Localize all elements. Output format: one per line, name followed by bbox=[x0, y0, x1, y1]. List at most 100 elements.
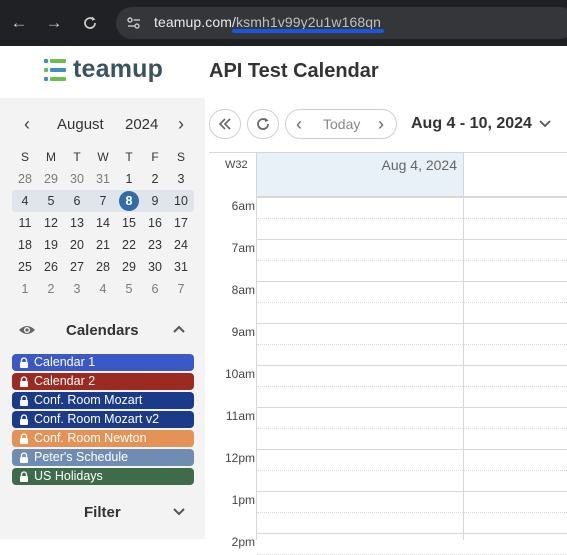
day-cell[interactable]: 27 bbox=[64, 260, 90, 274]
day-header-label: Aug 4, 2024 bbox=[381, 157, 457, 173]
calendar-item-label: Calendar 1 bbox=[34, 355, 96, 369]
mini-calendar-month[interactable]: August bbox=[57, 116, 104, 133]
calendar-item-us-holidays[interactable]: US Holidays bbox=[12, 468, 194, 485]
calendar-item-calendar-2[interactable]: Calendar 2 bbox=[12, 373, 194, 390]
day-cell[interactable]: 4 bbox=[12, 194, 38, 208]
calendars-section-header[interactable]: Calendars bbox=[0, 320, 205, 342]
day-cell[interactable]: 12 bbox=[38, 216, 64, 230]
day-cell[interactable]: 1 bbox=[116, 172, 142, 186]
brand-name[interactable]: teamup bbox=[73, 55, 163, 84]
next-period-icon[interactable]: › bbox=[378, 110, 384, 138]
day-cell[interactable]: 30 bbox=[64, 172, 90, 186]
calendar-item-peters-schedule[interactable]: Peter's Schedule bbox=[12, 449, 194, 466]
day-cell[interactable]: 11 bbox=[12, 216, 38, 230]
calendar-item-calendar-1[interactable]: Calendar 1 bbox=[12, 354, 194, 371]
day-cell[interactable]: 9 bbox=[142, 194, 168, 208]
day-cell[interactable]: 18 bbox=[12, 238, 38, 252]
today-day-cell[interactable]: 8 bbox=[116, 191, 142, 211]
weekday-label: S bbox=[20, 150, 29, 164]
jump-back-button[interactable] bbox=[209, 109, 241, 139]
day-cell[interactable]: 6 bbox=[142, 282, 168, 296]
day-cell[interactable]: 3 bbox=[168, 172, 194, 186]
day-cell[interactable]: 2 bbox=[38, 282, 64, 296]
filter-section-header[interactable]: Filter bbox=[0, 502, 205, 524]
day-cell[interactable]: 7 bbox=[90, 194, 116, 208]
hour-line bbox=[257, 197, 567, 198]
half-hour-line bbox=[257, 218, 567, 219]
day-cell[interactable]: 26 bbox=[38, 260, 64, 274]
prev-month-icon[interactable]: ‹ bbox=[17, 114, 37, 135]
calendar-item-conf-room-mozart[interactable]: Conf. Room Mozart bbox=[12, 392, 194, 409]
selected-week-row: 4 5 6 7 8 9 10 bbox=[12, 190, 194, 212]
calendar-list: Calendar 1 Calendar 2 Conf. Room Mozart … bbox=[12, 354, 194, 487]
hour-line bbox=[257, 449, 567, 450]
day-header[interactable]: Aug 4, 2024 bbox=[257, 153, 463, 196]
forward-arrow-icon[interactable]: → bbox=[43, 12, 65, 34]
url-highlight-underline bbox=[232, 29, 384, 33]
reload-icon[interactable] bbox=[79, 12, 101, 34]
day-cell[interactable]: 21 bbox=[90, 238, 116, 252]
day-cell[interactable]: 10 bbox=[168, 194, 194, 208]
day-cell[interactable]: 25 bbox=[12, 260, 38, 274]
day-cell[interactable]: 30 bbox=[142, 260, 168, 274]
week-grid: W32 Aug 4, 2024 6am 7am 8am 9am 10am 11am 12pm… bbox=[209, 152, 567, 555]
mini-calendar-year[interactable]: 2024 bbox=[125, 116, 158, 133]
day-cell[interactable]: 7 bbox=[168, 282, 194, 296]
week-row: 25 26 27 28 29 30 31 bbox=[12, 256, 194, 278]
sidebar: ‹ August 2024 › S M T W T F S 28 29 30 3… bbox=[0, 98, 205, 539]
today-button[interactable]: Today bbox=[323, 110, 360, 138]
day-cell[interactable]: 19 bbox=[38, 238, 64, 252]
url-path: ksmh1v99y2u1w168qn bbox=[236, 14, 382, 30]
chevron-down-icon[interactable] bbox=[538, 119, 552, 129]
lock-icon bbox=[20, 470, 28, 482]
day-cell[interactable]: 17 bbox=[168, 216, 194, 230]
next-month-icon[interactable]: › bbox=[171, 114, 191, 135]
today-badge: 8 bbox=[119, 191, 139, 211]
day-cell[interactable]: 31 bbox=[168, 260, 194, 274]
day-cell[interactable]: 28 bbox=[90, 260, 116, 274]
weekday-label: W bbox=[97, 150, 109, 164]
site-settings-icon[interactable] bbox=[126, 15, 142, 31]
day-cell[interactable]: 4 bbox=[90, 282, 116, 296]
day-cell[interactable]: 3 bbox=[64, 282, 90, 296]
day-cell[interactable]: 22 bbox=[116, 238, 142, 252]
date-navigation-group: ‹ Today › bbox=[285, 109, 397, 139]
day-cell[interactable]: 6 bbox=[64, 194, 90, 208]
browser-toolbar: ← → teamup.com/ksmh1v99y2u1w168qn bbox=[0, 0, 567, 46]
day-cell[interactable]: 14 bbox=[90, 216, 116, 230]
date-range-label[interactable]: Aug 4 - 10, 2024 bbox=[411, 115, 532, 133]
hour-label: 2pm bbox=[231, 535, 255, 549]
day-column-divider bbox=[463, 153, 464, 540]
day-cell[interactable]: 15 bbox=[116, 216, 142, 230]
weekday-label: T bbox=[125, 150, 133, 164]
refresh-button[interactable] bbox=[247, 109, 279, 139]
day-cell[interactable]: 29 bbox=[38, 172, 64, 186]
chevron-up-icon[interactable] bbox=[172, 324, 186, 334]
prev-period-icon[interactable]: ‹ bbox=[296, 110, 302, 138]
back-arrow-icon[interactable]: ← bbox=[8, 12, 30, 34]
weekday-label: S bbox=[176, 150, 185, 164]
day-cell[interactable]: 13 bbox=[64, 216, 90, 230]
day-cell[interactable]: 24 bbox=[168, 238, 194, 252]
week-row: 18 19 20 21 22 23 24 bbox=[12, 234, 194, 256]
day-cell[interactable]: 20 bbox=[64, 238, 90, 252]
day-cell[interactable]: 5 bbox=[116, 282, 142, 296]
calendar-item-conf-room-mozart-v2[interactable]: Conf. Room Mozart v2 bbox=[12, 411, 194, 428]
day-cell[interactable]: 1 bbox=[12, 282, 38, 296]
day-cell[interactable]: 28 bbox=[12, 172, 38, 186]
address-bar[interactable]: teamup.com/ksmh1v99y2u1w168qn bbox=[116, 7, 567, 39]
eye-icon[interactable] bbox=[18, 323, 36, 337]
day-cell[interactable]: 16 bbox=[142, 216, 168, 230]
teamup-logo-icon bbox=[44, 59, 66, 81]
day-cell[interactable]: 2 bbox=[142, 172, 168, 186]
day-cell[interactable]: 23 bbox=[142, 238, 168, 252]
mini-calendar-header: ‹ August 2024 › bbox=[0, 114, 205, 136]
day-cell[interactable]: 5 bbox=[38, 194, 64, 208]
hour-label: 9am bbox=[231, 325, 255, 339]
lock-icon bbox=[20, 356, 28, 368]
chevron-down-icon[interactable] bbox=[172, 507, 186, 517]
day-cell[interactable]: 29 bbox=[116, 260, 142, 274]
day-cell[interactable]: 31 bbox=[90, 172, 116, 186]
calendar-item-conf-room-newton[interactable]: Conf. Room Newton bbox=[12, 430, 194, 447]
calendar-item-label: Conf. Room Newton bbox=[34, 431, 147, 445]
